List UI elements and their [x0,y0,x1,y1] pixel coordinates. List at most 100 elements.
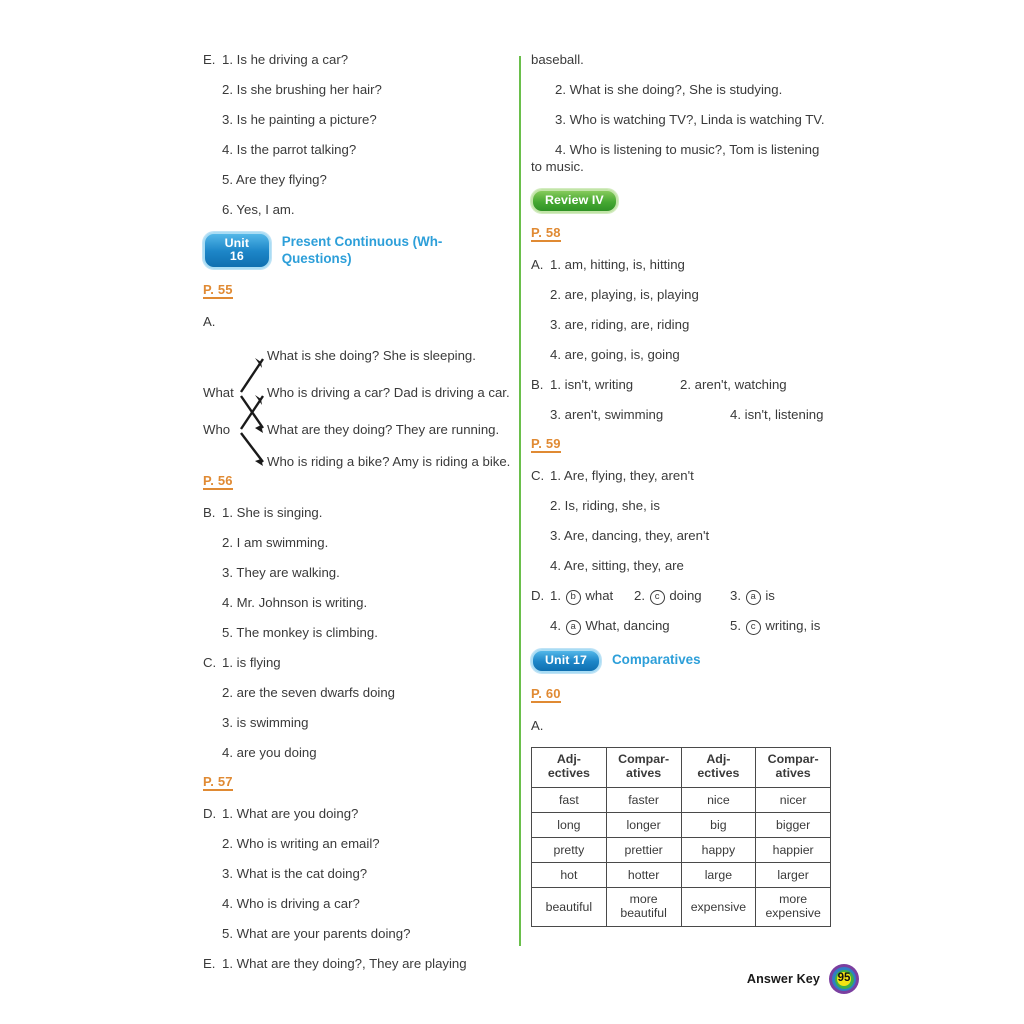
table-cell: big [680,811,757,839]
table-cell: happier [755,837,831,864]
answer-text: is [765,587,775,603]
table-cell: long [531,811,607,839]
answer-row: B. 2. I am swimming. [203,535,503,552]
answer-row: E. 3. Is he painting a picture? [203,112,503,129]
answer-row: C. 1. Are, flying, they, aren't [531,468,831,485]
answer-text: 3. are, riding, are, riding [550,316,690,332]
answer-text: 3. aren't, swimming [550,406,664,422]
page-footer: Answer Key 95 [747,964,859,994]
answer-text: 2. are, playing, is, playing [550,286,699,302]
answer-text: 1. What are they doing?, They are playin… [222,955,467,971]
answer-item: 2. c doing [634,588,730,605]
unit-title: Comparatives [612,652,701,668]
answer-row: A. 3. are, riding, are, riding [531,317,831,334]
footer-label: Answer Key [746,972,820,986]
matching-diagram: What Who What is she doing? She is sleep… [203,344,510,469]
section-letter-a: A. [203,314,216,330]
answer-text: 2. I am swimming. [222,534,329,550]
answer-text: writing, is [765,618,821,634]
circled-letter: a [745,589,761,605]
answer-row: B. 5. The monkey is climbing. [203,625,503,642]
answer-row: B. 1. isn't, writing 2. aren't, watching [531,377,831,394]
answer-text: 4. are you doing [222,744,317,760]
table-body: fast faster nice nicer long longer big b… [531,786,831,927]
page-marker-wrap: P. 59 [531,437,831,468]
diagram-line-2: Who is driving a car? Dad is driving a c… [267,384,510,400]
answer-text: 2. Who is writing an email? [222,835,380,851]
answer-row: D. 2. Who is writing an email? [203,836,503,853]
section-letter: D. [531,587,545,603]
answer-text: 3. Who is watching TV?, Linda is watchin… [555,112,825,127]
answer-text: 4. isn't, listening [730,406,824,422]
table-row: long longer big bigger [531,811,831,839]
section-letter-a: A. [531,717,544,733]
header-line-1: Compar- [618,752,670,767]
page-marker-wrap: P. 58 [531,226,831,257]
header-line-1: Adj- [706,752,731,767]
column-divider [519,56,521,946]
page-marker-wrap: P. 55 [203,283,503,314]
diagram-line-1: What is she doing? She is sleeping. [267,347,476,363]
cell-line-1: more [629,892,658,907]
section-letter: B. [531,376,544,392]
answer-text: 1. am, hitting, is, hitting [550,256,685,272]
item-number: 4. [550,618,561,634]
table-header-cell: Compar- atives [605,747,682,788]
answer-text: 2. Is, riding, she, is [550,497,660,513]
answer-text: 3. Is he painting a picture? [222,112,377,127]
page-marker: P. 57 [203,773,233,791]
answer-row: E. 6. Yes, I am. [203,202,503,219]
diagram-line-4: Who is riding a bike? Amy is riding a bi… [267,453,511,469]
table-cell: large [680,862,757,889]
comparatives-table: Adj- ectives Compar- atives Adj- ectives… [531,747,831,927]
table-cell: more expensive [755,887,831,927]
answer-text: 4. are, going, is, going [550,346,680,362]
diagram-word-what: What [203,384,234,400]
answer-text: 3. What is the cat doing? [222,865,368,881]
page-marker-wrap: P. 60 [531,687,831,718]
answer-text: 3. They are walking. [222,564,340,580]
circled-letter: c [649,589,665,605]
table-cell: beautiful [531,887,607,927]
table-cell: faster [605,786,682,813]
item-number: 1. [550,587,561,603]
table-cell: nice [680,786,757,813]
header-line-2: ectives [697,765,740,780]
header-line-1: Adj- [556,752,581,767]
answer-text-pair: 4. a What, dancing 5. c writing, is [550,618,831,636]
table-cell: hot [531,862,607,889]
page-number: 95 [837,972,851,985]
circled-letter: a [565,620,581,636]
answer-row: D. 1. b what 2. c doing 3. a is [531,588,831,605]
answer-text-triple: 1. b what 2. c doing 3. a is [550,588,831,605]
answer-row: D. 3. What is the cat doing? [203,866,503,883]
unit-heading-17: Unit 17 Comparatives [531,648,831,673]
page-marker-wrap: P. 56 [203,474,503,505]
answer-row: A. 2. are, playing, is, playing [531,287,831,304]
continued-text: baseball. [531,52,584,67]
page-marker: P. 56 [203,472,233,490]
answer-row: C. 2. Is, riding, she, is [531,498,831,515]
table-header-row: Adj- ectives Compar- atives Adj- ectives… [531,747,831,788]
section-letter: A. [531,256,544,272]
item-number: 5. [730,618,741,634]
table-cell: expensive [680,887,757,927]
section-letter: E. [203,955,216,971]
answer-text: 1. Are, flying, they, aren't [550,467,694,483]
header-line-1: Compar- [767,752,819,767]
answer-text: 2. Is she brushing her hair? [222,82,382,97]
answer-text: 5. Are they flying? [222,172,327,187]
unit-badge: Unit 17 [531,648,602,673]
unit-badge: Unit 16 [203,232,271,270]
answer-row: C. 4. Are, sitting, they, are [531,558,831,575]
cell-line-2: expensive [765,906,821,921]
answer-text: 4. Who is listening to music?, Tom is li… [531,142,820,174]
answer-row: C. 2. are the seven dwarfs doing [203,685,503,702]
diagram-line-3: What are they doing? They are running. [267,421,500,437]
circled-letter: b [565,589,581,605]
answer-row: A. 4. are, going, is, going [531,347,831,364]
item-number: 2. [634,587,645,603]
table-header-cell: Adj- ectives [680,747,757,788]
cell-line-2: beautiful [620,906,667,921]
table-cell: pretty [531,837,607,864]
